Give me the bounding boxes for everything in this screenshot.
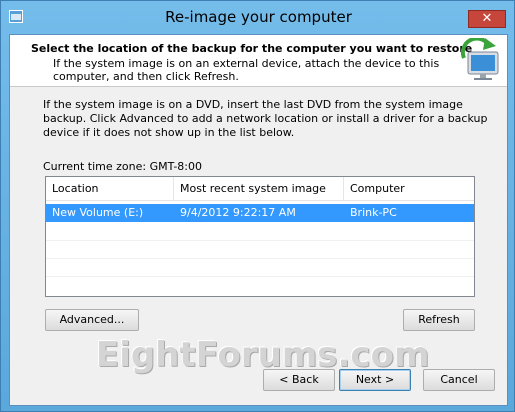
close-button[interactable]: ✕ <box>468 10 506 28</box>
row-date: 9/4/2012 9:22:17 AM <box>180 206 296 219</box>
wizard-header: Select the location of the backup for th… <box>10 35 507 87</box>
advanced-button[interactable]: Advanced... <box>45 309 139 331</box>
window-frame: Re-image your computer ✕ Select the loca… <box>0 0 515 412</box>
restore-monitor-icon <box>460 38 499 80</box>
column-date[interactable]: Most recent system image <box>174 177 344 201</box>
list-item[interactable]: New Volume (E:) 9/4/2012 9:22:17 AM Brin… <box>46 204 474 222</box>
grid-line <box>46 258 474 259</box>
cancel-button[interactable]: Cancel <box>423 369 495 391</box>
row-location: New Volume (E:) <box>52 206 144 219</box>
window-title: Re-image your computer <box>165 8 352 26</box>
header-subtitle: If the system image is on an external de… <box>53 57 440 83</box>
refresh-button[interactable]: Refresh <box>403 309 475 331</box>
backup-list[interactable]: Location Most recent system image Comput… <box>45 176 475 297</box>
timezone-label: Current time zone: GMT-8:00 <box>43 160 203 173</box>
close-icon: ✕ <box>481 11 493 26</box>
next-button[interactable]: Next > <box>339 369 411 391</box>
column-computer[interactable]: Computer <box>344 177 474 201</box>
grid-line <box>46 276 474 277</box>
instructions-text: If the system image is on a DVD, insert … <box>43 98 488 139</box>
list-header: Location Most recent system image Comput… <box>46 177 474 201</box>
dialog-body: Select the location of the backup for th… <box>9 34 508 406</box>
column-location[interactable]: Location <box>46 177 174 201</box>
back-button[interactable]: < Back <box>263 369 335 391</box>
header-title: Select the location of the backup for th… <box>31 42 473 55</box>
title-bar[interactable]: Re-image your computer ✕ <box>1 1 515 33</box>
row-computer: Brink-PC <box>350 206 397 219</box>
grid-line <box>46 240 474 241</box>
